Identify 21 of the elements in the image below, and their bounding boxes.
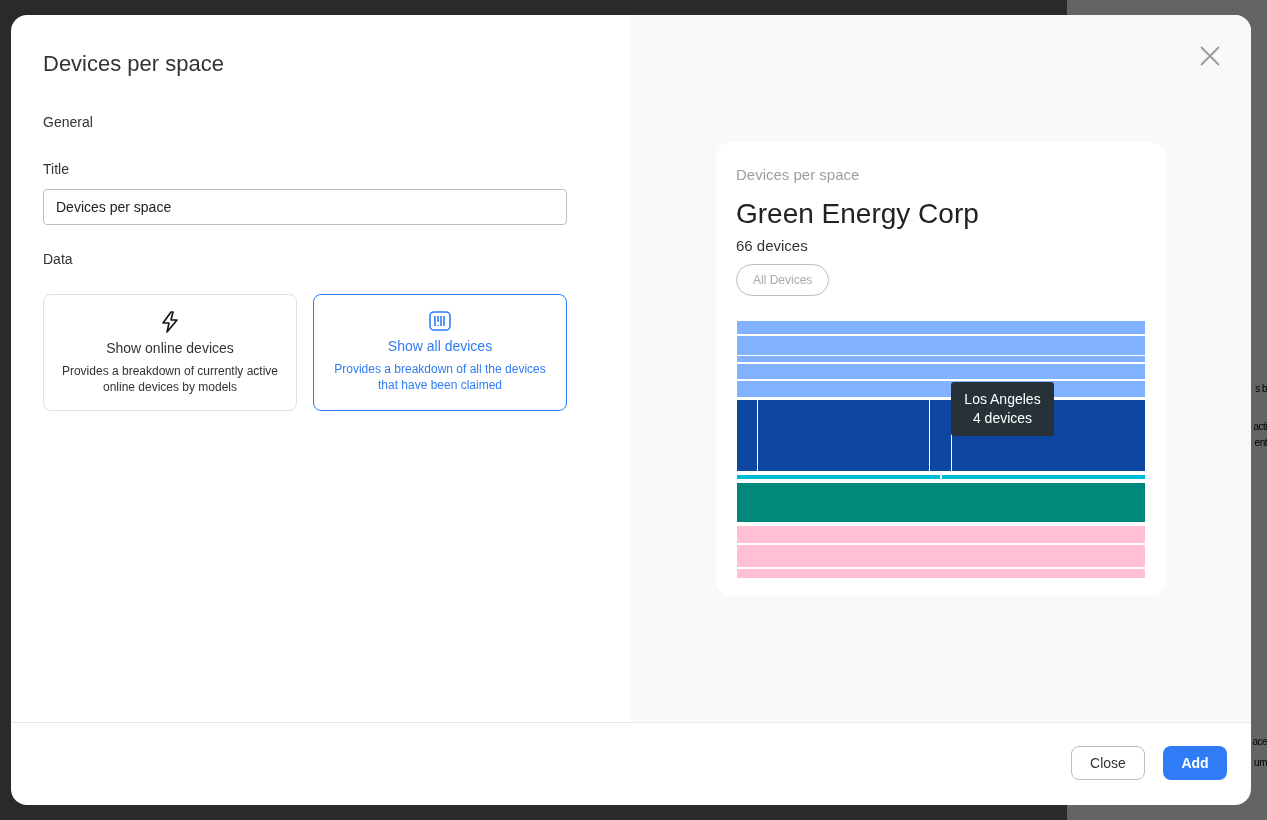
data-option-card[interactable]: Show all devices Provides a breakdown of all the devices that have been claimed — [313, 294, 567, 411]
panel-text: acti — [1253, 422, 1267, 432]
panel-text: s b — [1255, 384, 1267, 394]
section-label: Data — [43, 250, 73, 269]
title-field[interactable]: Devices per space — [43, 189, 567, 225]
panel-text: ace — [1252, 737, 1267, 747]
device-count: 66 devices — [736, 235, 808, 256]
barcode-icon — [429, 311, 451, 331]
close-button[interactable]: Close — [1071, 746, 1145, 780]
add-button[interactable]: Add — [1163, 746, 1227, 780]
section-label: General — [43, 113, 93, 132]
close-icon[interactable] — [1199, 45, 1221, 67]
data-option-card[interactable]: Show online devices Provides a breakdown of currently active online devices by models — [43, 294, 297, 411]
widget-heading: Green Energy Corp — [736, 196, 979, 231]
panel-text: um — [1254, 758, 1267, 768]
dialog-title: Devices per space — [43, 51, 224, 77]
widget-subtitle: Devices per space — [736, 165, 860, 185]
field-label: Title — [43, 160, 69, 179]
panel-text: ent — [1254, 438, 1267, 448]
lightning-icon — [160, 311, 180, 333]
tooltip: Los Angeles 4 devices — [951, 382, 1054, 436]
